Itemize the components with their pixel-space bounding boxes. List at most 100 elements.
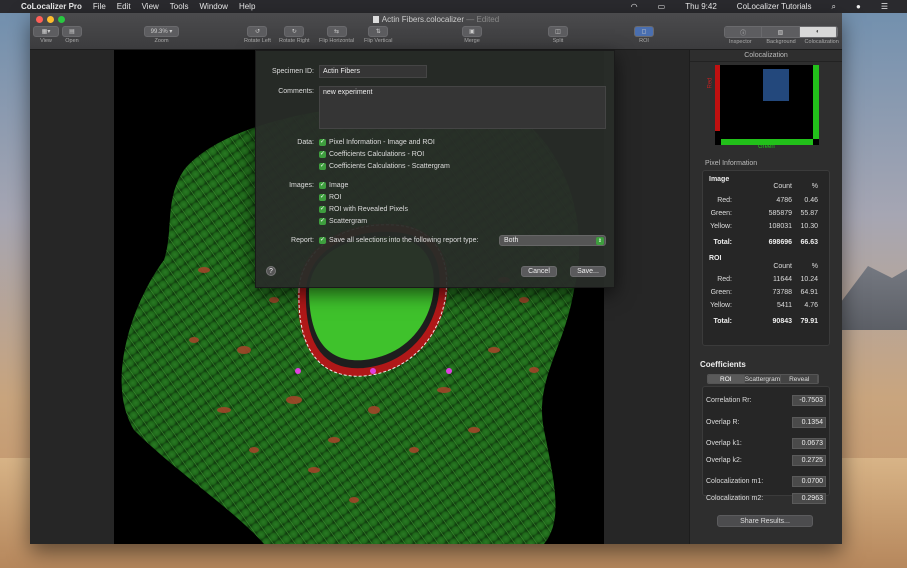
table-row: Yellow: 5411 4.76 <box>710 302 818 309</box>
specimen-label: Specimen ID: <box>271 68 314 75</box>
menu-view[interactable]: View <box>142 2 159 11</box>
coefficients-heading: Coefficients <box>700 360 746 369</box>
roi-control[interactable]: ◻ ROI <box>634 26 654 44</box>
tab-scattergram[interactable]: Scattergram <box>744 375 782 383</box>
panel-title: Colocalization <box>690 50 842 62</box>
menu-tools[interactable]: Tools <box>170 2 189 11</box>
split-icon[interactable]: ◫ <box>548 26 568 37</box>
checkbox-image[interactable]: ✓ Image <box>319 182 348 189</box>
table-row: Total: 698696 66.63 <box>713 239 818 246</box>
open-control[interactable]: ▤ Open <box>62 26 82 44</box>
flip-vertical-icon[interactable]: ⇅ <box>368 26 389 37</box>
view-icon[interactable]: ▦▾ <box>33 26 59 37</box>
wifi-icon[interactable]: ◠ <box>631 2 638 11</box>
table-row: Total: 90843 79.91 <box>713 318 818 325</box>
coef-colocalization-m2: Colocalization m2: 0.2963 <box>706 493 826 507</box>
view-control[interactable]: ▦▾ View <box>33 26 59 44</box>
battery-icon[interactable]: ▭ <box>658 2 666 11</box>
merge-icon[interactable]: ▣ <box>462 26 482 37</box>
panel-switcher-labels: Inspector Background Colocalization <box>729 39 839 45</box>
chevron-updown-icon: ⇕ <box>596 237 604 245</box>
coef-overlap-k2: Overlap k2: 0.2725 <box>706 455 826 469</box>
pixel-info-label: Pixel Information <box>705 160 758 167</box>
menu-file[interactable]: File <box>93 2 106 11</box>
coef-colocalization-m1: Colocalization m1: 0.0700 <box>706 476 826 490</box>
table-row: Green: 73788 64.91 <box>710 289 818 296</box>
pixel-info-box: Image Count % Red: 4786 0.46 Green: 585879 5… <box>702 170 830 346</box>
save-results-sheet: Specimen ID: Actin Fibers Comments: new … <box>255 50 615 288</box>
flip-horizontal-icon[interactable]: ⇆ <box>326 26 347 37</box>
check-icon: ✓ <box>319 237 326 244</box>
roi-icon[interactable]: ◻ <box>634 26 654 37</box>
cancel-button[interactable]: Cancel <box>521 266 557 277</box>
data-label: Data: <box>297 139 314 146</box>
rotate-right-icon[interactable]: ↻ <box>284 26 305 37</box>
check-icon: ✓ <box>319 151 326 158</box>
checkbox-scattergram[interactable]: ✓ Scattergram <box>319 218 367 225</box>
comments-label: Comments: <box>278 88 314 95</box>
document-window: Actin Fibers.colocalizer — Edited ▦▾ View… <box>30 13 842 544</box>
colocalization-panel: Colocalization Red Green Pixel Informati… <box>689 50 842 544</box>
rotate-right-control[interactable]: ↻ Rotate Right <box>279 26 310 44</box>
checkbox-save-all[interactable]: ✓ Save all selections into the following … <box>319 237 478 244</box>
background-icon[interactable]: ▧ <box>762 27 800 37</box>
share-results-button[interactable]: Share Results... <box>717 515 813 527</box>
coef-overlap-k1: Overlap k1: 0.0673 <box>706 438 826 452</box>
check-icon: ✓ <box>319 206 326 213</box>
coef-overlap-r: Overlap R: 0.1354 <box>706 417 826 431</box>
status-area: ◠ ▭ Thu 9:42 CoLocalizer Tutorials ⌕ ● ☰ <box>631 0 899 13</box>
colocalization-icon[interactable]: ◐ <box>799 27 837 37</box>
tab-reveal[interactable]: Reveal <box>781 375 818 383</box>
checkbox-coeff-roi[interactable]: ✓ Coefficients Calculations - ROI <box>319 151 424 158</box>
user-icon[interactable]: ● <box>856 2 861 11</box>
table-row: Yellow: 108031 10.30 <box>710 223 818 230</box>
search-icon[interactable]: ⌕ <box>832 2 836 12</box>
specimen-field[interactable]: Actin Fibers <box>319 65 427 78</box>
table-row: Red: 11644 10.24 <box>717 276 818 283</box>
check-icon: ✓ <box>319 163 326 170</box>
title-bar: Actin Fibers.colocalizer — Edited ▦▾ View… <box>30 13 842 50</box>
scattergram[interactable] <box>715 65 819 145</box>
window-title: Actin Fibers.colocalizer — Edited <box>30 15 842 24</box>
check-icon: ✓ <box>319 218 326 225</box>
menu-app-name[interactable]: CoLocalizer Pro <box>21 2 82 11</box>
list-icon[interactable]: ☰ <box>881 2 888 11</box>
zoom-field[interactable]: 99.3% ▾ <box>144 26 179 37</box>
report-type-select[interactable]: Both ⇕ <box>499 235 606 246</box>
roi-columns: Count % <box>773 263 818 270</box>
menu-bar: CoLocalizer Pro File Edit View Tools Win… <box>0 0 907 13</box>
document-icon <box>372 16 379 23</box>
menu-help[interactable]: Help <box>239 2 255 11</box>
merge-control[interactable]: ▣ Merge <box>462 26 482 44</box>
help-button[interactable]: ? <box>266 266 276 276</box>
menu-window[interactable]: Window <box>199 2 227 11</box>
axis-green-label: Green <box>758 144 775 150</box>
user-name[interactable]: CoLocalizer Tutorials <box>737 2 812 11</box>
comments-field[interactable]: new experiment <box>319 86 606 129</box>
table-row: Red: 4786 0.46 <box>717 197 818 204</box>
check-icon: ✓ <box>319 139 326 146</box>
coefficients-tabs: ROI Scattergram Reveal <box>707 374 819 384</box>
flip-vertical-control[interactable]: ⇅ Flip Vertical <box>364 26 392 44</box>
rotate-left-icon[interactable]: ↺ <box>247 26 268 37</box>
tab-roi[interactable]: ROI <box>708 375 745 383</box>
checkbox-roi-revealed[interactable]: ✓ ROI with Revealed Pixels <box>319 206 408 213</box>
save-button[interactable]: Save... <box>570 266 606 277</box>
panel-switcher: ⓘ ▧ ◐ <box>724 26 838 38</box>
inspector-icon[interactable]: ⓘ <box>725 27 763 37</box>
checkbox-pixel-info[interactable]: ✓ Pixel Information - Image and ROI <box>319 139 435 146</box>
rotate-left-control[interactable]: ↺ Rotate Left <box>244 26 271 44</box>
open-icon[interactable]: ▤ <box>62 26 82 37</box>
zoom-control[interactable]: 99.3% ▾ Zoom <box>144 26 179 44</box>
checkbox-coeff-scattergram[interactable]: ✓ Coefficients Calculations - Scattergram <box>319 163 450 170</box>
clock[interactable]: Thu 9:42 <box>685 2 717 11</box>
report-label: Report: <box>291 237 314 244</box>
menu-edit[interactable]: Edit <box>117 2 131 11</box>
check-icon: ✓ <box>319 182 326 189</box>
checkbox-roi[interactable]: ✓ ROI <box>319 194 341 201</box>
table-row: Green: 585879 55.87 <box>710 210 818 217</box>
axis-red-label: Red <box>707 77 714 89</box>
flip-horizontal-control[interactable]: ⇆ Flip Horizontal <box>319 26 354 44</box>
split-control[interactable]: ◫ Split <box>548 26 568 44</box>
image-columns: Count % <box>773 183 818 190</box>
